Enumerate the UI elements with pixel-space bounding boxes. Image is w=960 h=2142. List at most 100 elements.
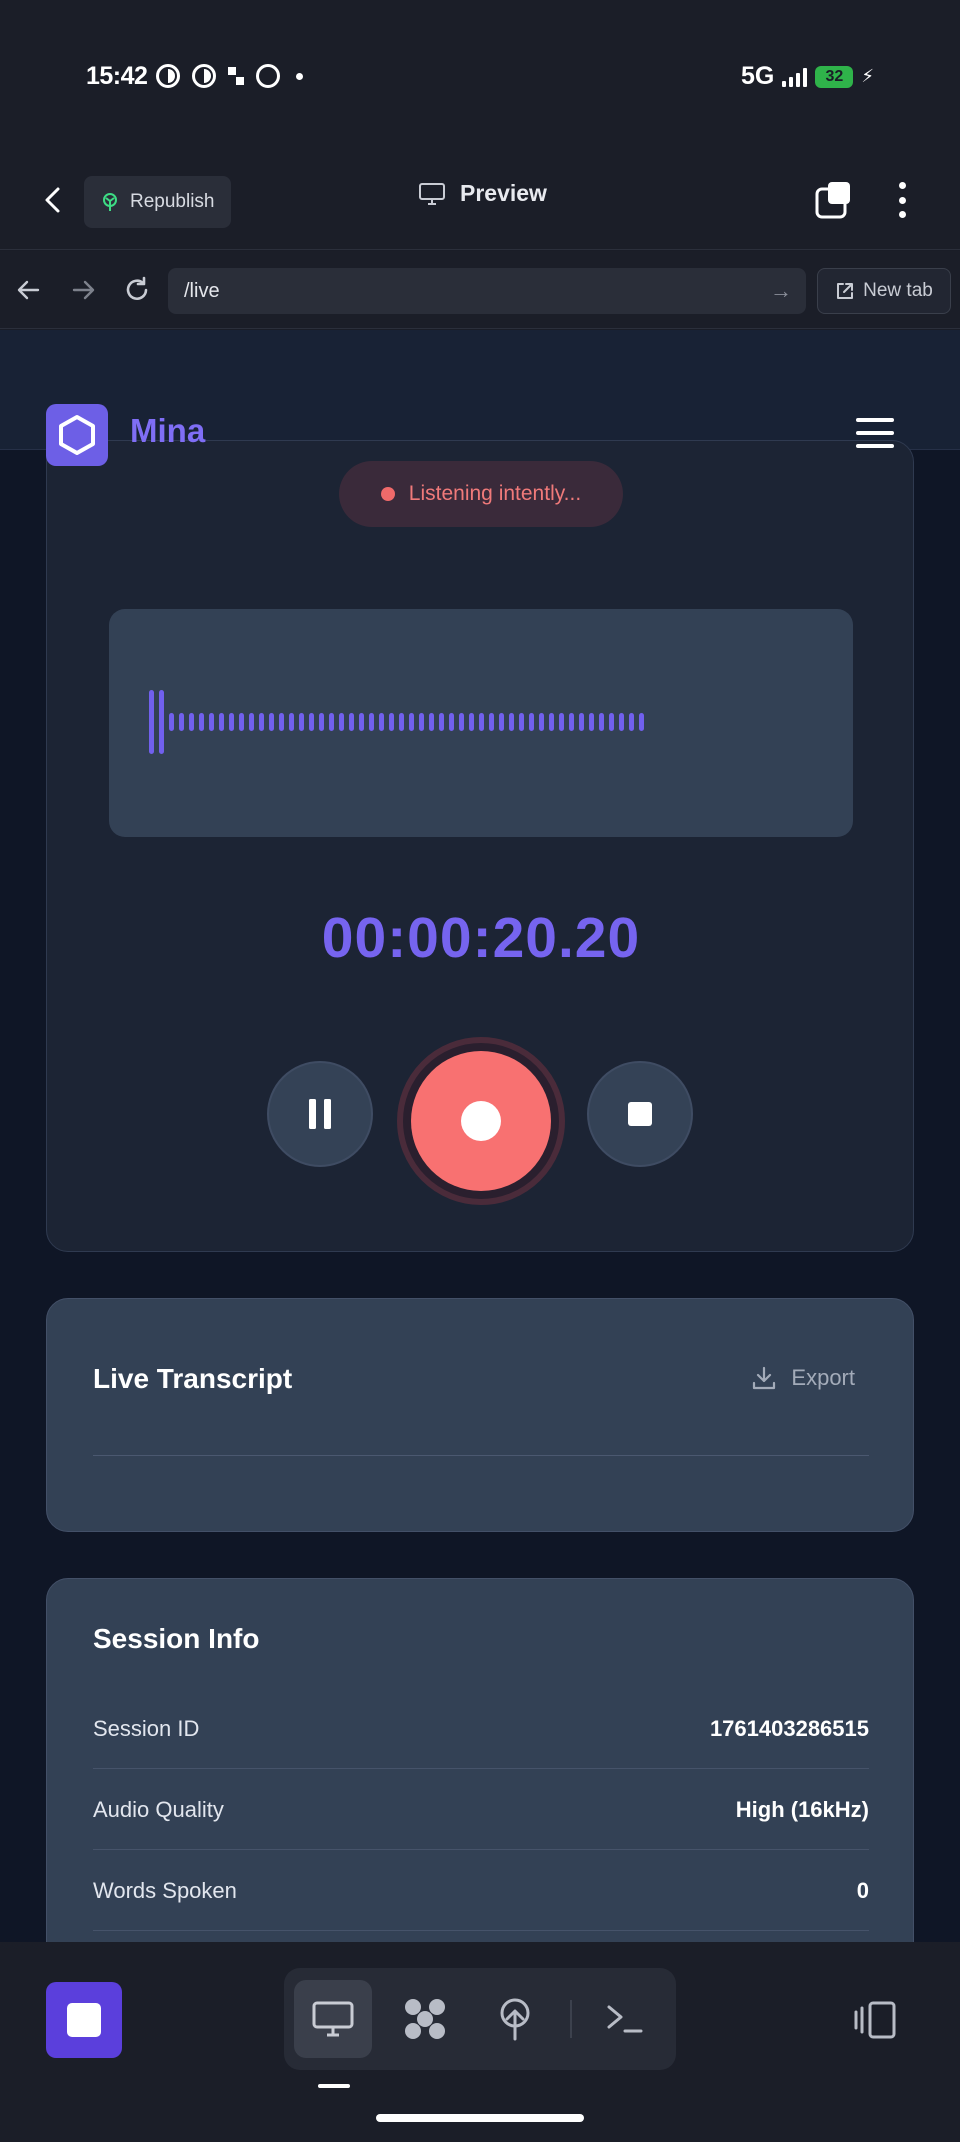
waveform-bar: [589, 713, 594, 731]
waveform-bar: [369, 713, 374, 731]
waveform-bar: [639, 713, 644, 731]
waveform-bar: [339, 713, 344, 731]
url-input[interactable]: /live →: [168, 268, 806, 314]
waveform-bar: [249, 713, 254, 731]
brand-name[interactable]: Mina: [130, 412, 205, 450]
tabs-icon[interactable]: [814, 180, 854, 220]
info-value: 0: [856, 1877, 869, 1903]
listening-status-badge: Listening intently...: [339, 461, 623, 527]
brand-logo-icon[interactable]: [46, 404, 108, 466]
publish-icon[interactable]: [476, 1980, 554, 2058]
apps-icon[interactable]: [386, 1980, 464, 2058]
new-tab-label: New tab: [863, 280, 933, 301]
waveform-bar: [349, 713, 354, 731]
new-tab-button[interactable]: New tab: [817, 268, 951, 314]
home-indicator: [376, 2114, 584, 2122]
stop-app-button[interactable]: [46, 1982, 122, 2058]
external-link-icon: [837, 283, 854, 299]
waveform-bar: [209, 713, 214, 731]
waveform: [149, 689, 644, 755]
waveform-bar: [529, 713, 534, 731]
waveform-bar: [409, 713, 414, 731]
waveform-bar: [549, 713, 554, 731]
more-notifications-icon: [296, 72, 303, 80]
waveform-bar: [279, 713, 284, 731]
waveform-panel: [109, 609, 853, 837]
waveform-bar: [479, 713, 484, 731]
stop-button[interactable]: [587, 1061, 693, 1167]
sync-icon: [256, 64, 280, 88]
monitor-icon: [419, 182, 445, 205]
republish-button[interactable]: Republish: [84, 176, 231, 228]
status-system-icons: 5G 32 ⚡: [741, 62, 874, 91]
recording-timer: 00:00:20.20: [321, 906, 641, 970]
charging-icon: ⚡: [861, 66, 874, 86]
export-label: Export: [791, 1365, 855, 1390]
publish-tree-icon: [103, 193, 117, 211]
info-label: Audio Quality: [93, 1796, 224, 1822]
waveform-bar: [199, 713, 204, 731]
status-time: 15:42: [86, 62, 148, 90]
page-viewport: Listening intently... 00:00:20.20 Mina L…: [0, 330, 960, 1942]
waveform-bar: [229, 713, 234, 731]
side-panel-icon[interactable]: [852, 2000, 898, 2040]
menu-icon[interactable]: [856, 418, 894, 448]
record-button-ring: [397, 1037, 565, 1205]
recorder-card: Listening intently... 00:00:20.20: [46, 440, 914, 1252]
desktop-icon[interactable]: [294, 1980, 372, 2058]
more-options-icon[interactable]: [892, 180, 912, 220]
waveform-bar: [449, 713, 454, 731]
waveform-bar: [379, 713, 384, 731]
app-notification-icon: [228, 67, 244, 85]
waveform-bar: [599, 713, 604, 731]
preview-label: Preview: [460, 180, 547, 206]
active-tab-indicator: [318, 2084, 350, 2088]
pause-button[interactable]: [267, 1061, 373, 1167]
transcript-divider: [93, 1455, 869, 1456]
go-arrow-icon[interactable]: →: [770, 278, 792, 304]
waveform-bar: [299, 713, 304, 731]
pause-icon: [309, 1099, 331, 1129]
waveform-bar: [269, 713, 274, 731]
record-icon: [461, 1101, 501, 1141]
waveform-bar: [329, 713, 334, 731]
waveform-bar: [579, 713, 584, 731]
live-transcript-card: Live Transcript Export: [46, 1298, 914, 1532]
info-label: Session ID: [93, 1715, 200, 1741]
audio-quality-row: Audio Quality High (16kHz): [93, 1770, 869, 1850]
export-button[interactable]: Export: [751, 1365, 855, 1391]
waveform-bar: [389, 713, 394, 731]
info-value: High (16kHz): [735, 1796, 869, 1822]
back-icon[interactable]: [38, 184, 70, 216]
app-header: Republish Preview: [0, 150, 960, 250]
waveform-bar: [569, 713, 574, 731]
preview-title[interactable]: Preview: [418, 180, 547, 207]
bottom-toolbar: [0, 1942, 960, 2142]
nav-forward-icon[interactable]: [66, 273, 100, 307]
url-text: /live: [184, 279, 220, 302]
nav-back-icon[interactable]: [12, 273, 46, 307]
waveform-bar: [539, 713, 544, 731]
waveform-bar: [289, 713, 294, 731]
info-label: Words Spoken: [93, 1877, 237, 1903]
waveform-bar: [519, 713, 524, 731]
reload-icon[interactable]: [120, 273, 154, 307]
stop-square-icon: [67, 2003, 101, 2037]
status-bar: 15:42 5G 32 ⚡: [0, 0, 960, 150]
download-icon: [753, 1366, 776, 1390]
signal-icon: [782, 67, 808, 87]
status-notification-icons: [156, 64, 303, 88]
waveform-bar: [189, 713, 194, 731]
waveform-bar: [629, 713, 634, 731]
battery-icon: 32: [815, 65, 854, 88]
timer-icon: [156, 64, 180, 88]
network-type: 5G: [741, 62, 775, 90]
waveform-bar: [459, 713, 464, 731]
waveform-bar: [499, 713, 504, 731]
waveform-bar: [559, 713, 564, 731]
info-value: 1761403286515: [709, 1715, 869, 1741]
waveform-bar: [619, 713, 624, 731]
session-info-card: Session Info Session ID 1761403286515 Au…: [46, 1578, 914, 1942]
terminal-icon[interactable]: [586, 1980, 664, 2058]
record-button[interactable]: [411, 1051, 551, 1191]
